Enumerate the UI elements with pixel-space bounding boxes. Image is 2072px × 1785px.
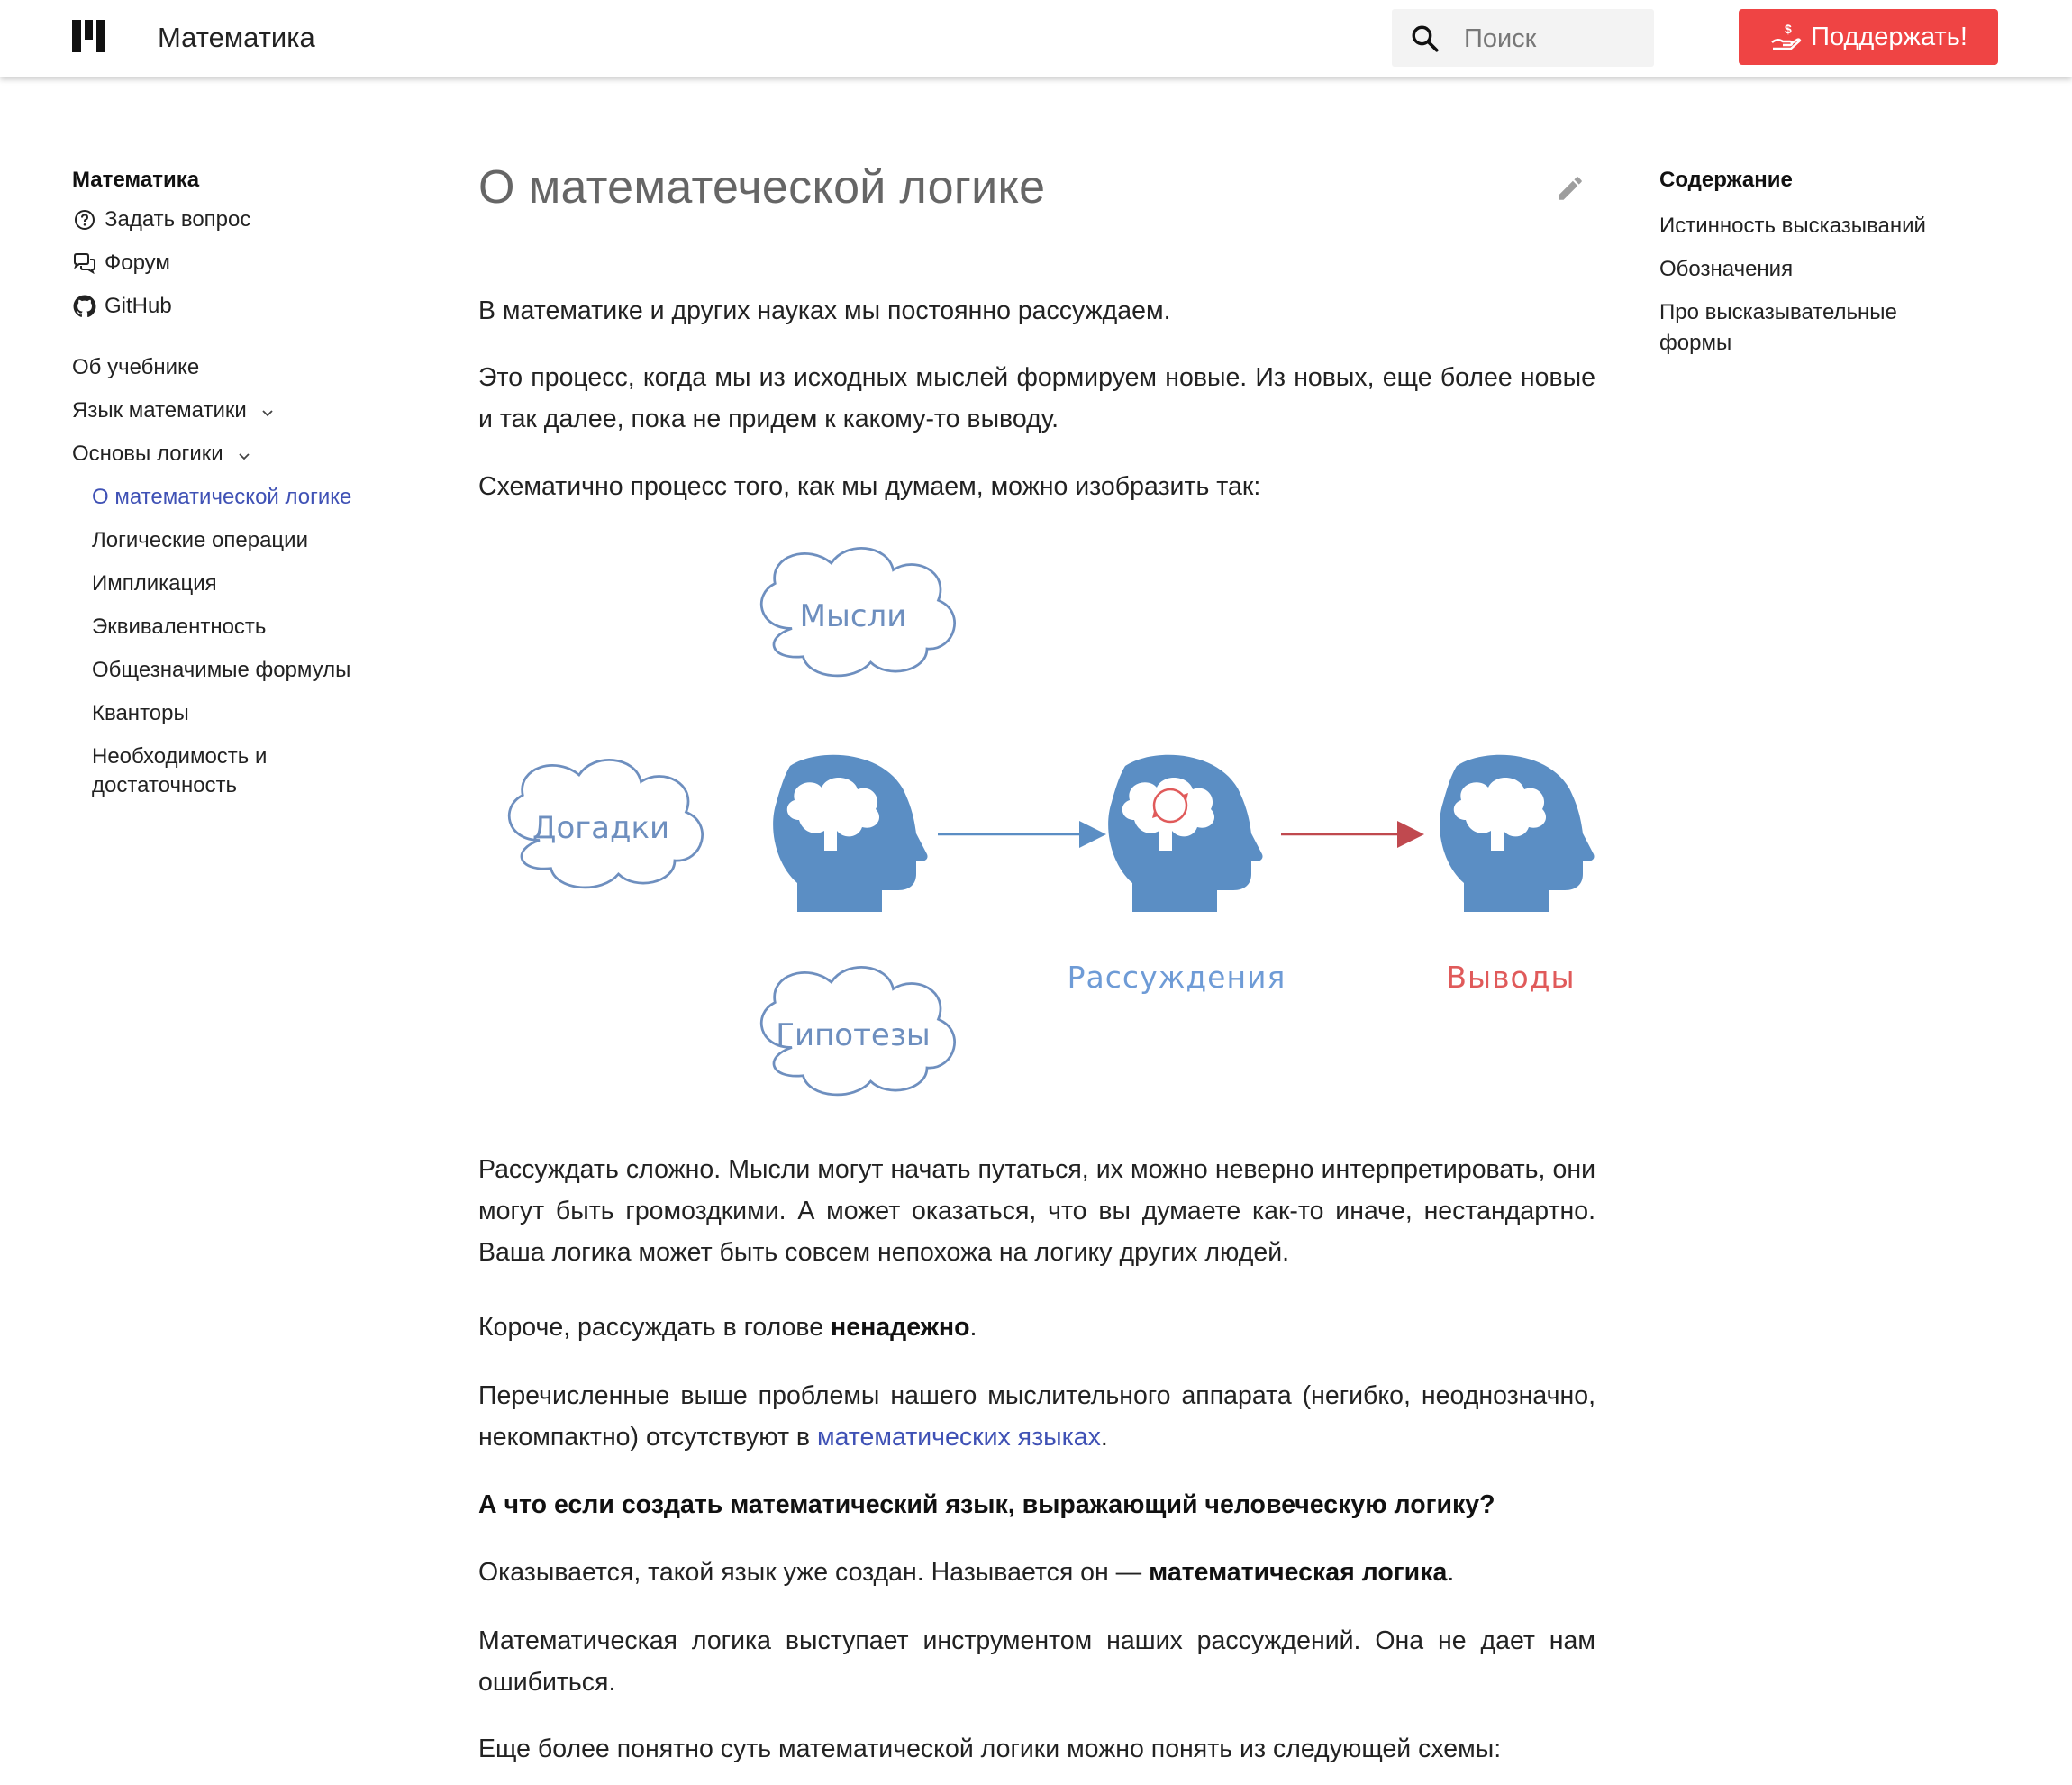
help-circle-icon (72, 207, 97, 232)
search-box[interactable] (1392, 9, 1654, 67)
donate-label: Поддержать! (1811, 22, 1967, 51)
toc-title: Содержание (1659, 168, 1793, 192)
nav-link-label: GitHub (105, 294, 172, 318)
forum-icon (72, 250, 97, 276)
bold-question: А что если создать математический язык, … (478, 1490, 1495, 1519)
bold-text: ненадежно (831, 1313, 970, 1342)
paragraph: Еще более понятно суть математической ло… (478, 1735, 1502, 1763)
nav-subitem-logic-operations[interactable]: Логические операции (72, 519, 396, 562)
nav-subitem-equivalence[interactable]: Эквивалентность (72, 606, 396, 649)
cloud-label: Догадки (532, 810, 669, 846)
label-reasoning: Рассуждения (1068, 960, 1286, 995)
nav-item-logic-basics[interactable]: Основы логики (72, 433, 396, 476)
paragraph: Схематично процесс того, как мы думаем, … (478, 472, 1261, 501)
nav-link-ask-question[interactable]: Задать вопрос (72, 198, 396, 241)
nav-link-forum[interactable]: Форум (72, 241, 396, 285)
nav-link-label: Задать вопрос (105, 207, 251, 232)
paragraph: Это процесс, когда мы из исходных мыслей… (478, 363, 1595, 433)
logo[interactable] (72, 20, 106, 52)
nav-subitem-necessity[interactable]: Необходимость и достаточность (72, 735, 362, 802)
bold-text: математическая логика (1149, 1558, 1448, 1587)
paragraph: Перечисленные выше проблемы нашего мысли… (478, 1381, 1595, 1452)
nav-item-label: Об учебнике (72, 355, 200, 379)
cloud-guesses: Догадки (507, 758, 704, 889)
paragraph: В математике и других науках мы постоянн… (478, 296, 1171, 325)
search-input[interactable] (1462, 20, 1646, 58)
paragraph: Рассуждать сложно. Мысли могут начать пу… (478, 1155, 1595, 1267)
toc-item[interactable]: Про высказывательные формы (1659, 297, 1948, 359)
nav-item-label: Язык математики (72, 398, 247, 423)
nav-link-github[interactable]: GitHub (72, 285, 396, 328)
app-title[interactable]: Математика (158, 20, 315, 56)
nav-item-label: Основы логики (72, 442, 223, 466)
cloud-label: Мысли (800, 598, 907, 634)
head-icon (773, 754, 928, 912)
chevron-down-icon (261, 390, 274, 433)
head-reasoning-icon (1108, 754, 1263, 912)
edit-pencil-icon[interactable] (1555, 173, 1586, 208)
paragraph: Короче, рассуждать в голове ненадежно. (478, 1313, 977, 1342)
chevron-down-icon (238, 433, 250, 477)
page-title: О математеческой логике (478, 161, 1046, 214)
toc-item[interactable]: Обозначения (1659, 254, 1984, 285)
nav-subitem-valid-formulas[interactable]: Общезначимые формулы (72, 649, 396, 692)
svg-text:$: $ (1785, 22, 1792, 36)
cloud-thoughts: Мысли (759, 546, 956, 678)
paragraph: А что если создать математический язык, … (478, 1484, 1595, 1525)
cloud-label: Гипотезы (776, 1017, 931, 1053)
cloud-hypotheses: Гипотезы (759, 965, 956, 1097)
nav-subitem-quantifiers[interactable]: Кванторы (72, 692, 396, 735)
link-math-languages[interactable]: математических языках (817, 1423, 1101, 1452)
toc-item[interactable]: Истинность высказываний (1659, 211, 1984, 241)
nav-subitem-implication[interactable]: Импликация (72, 562, 396, 606)
paragraph: Оказывается, такой язык уже создан. Назы… (478, 1558, 1455, 1587)
nav-link-label: Форум (105, 250, 170, 275)
reasoning-diagram: Мысли Догадки Гипотезы Рассуждения Вывод… (507, 546, 1595, 1097)
donate-button[interactable]: $ Поддержать! (1739, 9, 1998, 65)
top-bar: Математика $ Поддержать! (0, 0, 2072, 77)
article: О математеческой логике В математике и д… (478, 153, 1595, 1763)
donate-hand-icon: $ (1771, 22, 1802, 50)
nav-item-math-language[interactable]: Язык математики (72, 389, 396, 433)
github-icon (72, 294, 97, 319)
head-conclusion-icon (1440, 754, 1595, 912)
nav-subitem-math-logic[interactable]: О математической логике (72, 476, 396, 519)
nav-item-about-textbook[interactable]: Об учебнике (72, 346, 396, 389)
nav-title: Математика (72, 168, 200, 192)
table-of-contents: Содержание Истинность высказываний Обозн… (1659, 162, 1984, 359)
paragraph: Математическая логика выступает инструме… (478, 1626, 1595, 1697)
label-conclusions: Выводы (1446, 960, 1575, 995)
left-navigation: Математика Задать вопрос Форум GitHub Об… (72, 162, 396, 802)
search-icon (1412, 25, 1439, 52)
